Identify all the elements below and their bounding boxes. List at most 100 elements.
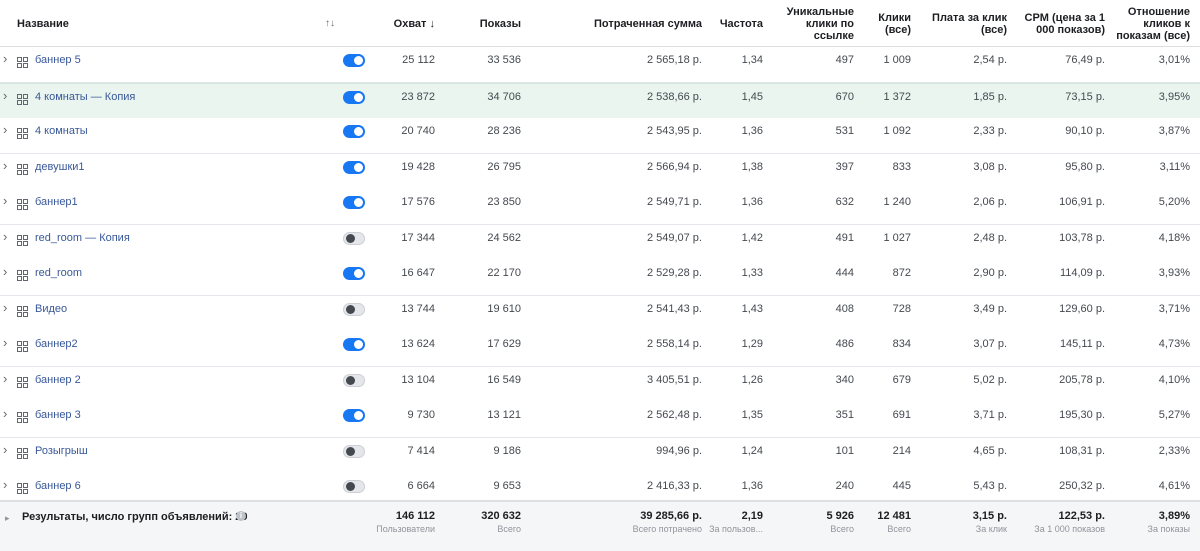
ad-set-name-link[interactable]: баннер 5 (35, 47, 81, 74)
expand-chevron-icon[interactable]: › (3, 300, 7, 315)
table-row[interactable]: › Видео 13 744 19 610 2 541,43 р. 1,43 408 728 3… (0, 295, 1200, 332)
ad-set-name-link[interactable]: red_room — Копия (35, 225, 130, 252)
cell-impressions: 23 850 (487, 196, 521, 208)
cell-frequency: 1,43 (741, 302, 763, 315)
delivery-toggle[interactable] (343, 480, 365, 493)
column-header-name[interactable]: Название (17, 18, 69, 30)
ad-set-group-icon (17, 304, 28, 317)
cell-impressions: 16 549 (487, 373, 521, 386)
cell-unique-link-clicks: 491 (835, 231, 854, 244)
cell-clicks-all: 833 (892, 160, 911, 173)
delivery-toggle[interactable] (343, 196, 365, 209)
cell-reach: 13 624 (401, 338, 435, 350)
expand-chevron-icon[interactable]: › (3, 371, 7, 386)
table-row[interactable]: › баннер 3 9 730 13 121 2 562,48 р. 1,35 351 69… (0, 402, 1200, 438)
footer-value: 122,53 р. (1058, 510, 1105, 522)
expand-chevron-icon[interactable]: › (3, 158, 7, 173)
ad-set-name-link[interactable]: red_room (35, 260, 82, 287)
ad-set-name-link[interactable]: 4 комнаты (35, 118, 88, 145)
table-row[interactable]: › red_room 16 647 22 170 2 529,28 р. 1,33 444 8… (0, 260, 1200, 296)
column-header-cpm[interactable]: CPM (цена за 1 000 показов) (1025, 12, 1105, 36)
ad-set-group-icon (17, 375, 28, 388)
footer-value: 12 481 (877, 510, 911, 522)
column-header-clicks-all[interactable]: Клики (все) (878, 12, 911, 36)
toggle-knob (346, 304, 355, 314)
column-header-impressions[interactable]: Показы (480, 18, 521, 30)
ad-set-name-link[interactable]: баннер2 (35, 331, 78, 358)
header-line: Плата за клик (932, 12, 1007, 24)
column-header-frequency[interactable]: Частота (720, 18, 763, 30)
cell-ctr-all: 5,27% (1158, 409, 1190, 421)
table-row[interactable]: › девушки1 19 428 26 795 2 566,94 р. 1,38 397 8… (0, 153, 1200, 190)
expand-chevron-icon[interactable]: › (3, 478, 7, 492)
expand-chevron-icon[interactable]: › (3, 123, 7, 137)
table-row[interactable]: › баннер 5 25 112 33 536 2 565,18 р. 1,34 497 1… (0, 47, 1200, 83)
delivery-toggle[interactable] (343, 409, 365, 422)
table-row[interactable]: › Розыгрыш 7 414 9 186 994,96 р. 1,24 101 214 4,… (0, 437, 1200, 474)
ad-set-name-link[interactable]: баннер 2 (35, 367, 81, 394)
cell-unique-link-clicks: 101 (835, 444, 854, 457)
column-header-reach[interactable]: Охват ↓ (394, 18, 435, 30)
expand-chevron-icon[interactable]: › (3, 407, 7, 421)
column-header-ctr-all[interactable]: Отношение кликов к показам (все) (1116, 6, 1190, 42)
ad-set-name-link[interactable]: 4 комнаты — Копия (35, 84, 135, 111)
cell-frequency: 1,26 (741, 373, 763, 386)
header-line: Клики (878, 12, 911, 24)
footer-ctr-all: 3,89% За показы (1148, 510, 1190, 535)
cell-unique-link-clicks: 397 (835, 160, 854, 173)
delivery-toggle[interactable] (343, 302, 365, 316)
ad-set-name-link[interactable]: девушки1 (35, 154, 85, 181)
expand-chevron-icon[interactable]: › (3, 265, 7, 279)
footer-sub: Всего (497, 524, 521, 534)
cell-reach: 20 740 (401, 125, 435, 137)
expand-chevron-icon[interactable]: › (3, 88, 7, 103)
cell-cpc-all: 4,65 р. (973, 444, 1007, 457)
column-header-unique-link-clicks[interactable]: Уникальные клики по ссылке (787, 6, 854, 42)
table-row[interactable]: › red_room — Копия 17 344 24 562 2 549,07 р.… (0, 224, 1200, 261)
expand-chevron-icon[interactable]: › (3, 52, 7, 66)
table-row[interactable]: › баннер2 13 624 17 629 2 558,14 р. 1,29 486 83… (0, 331, 1200, 367)
cell-clicks-all: 1 240 (883, 196, 911, 208)
column-header-spend[interactable]: Потраченная сумма (594, 18, 702, 30)
expand-chevron-icon[interactable]: › (3, 229, 7, 244)
footer-cpm: 122,53 р. За 1 000 показов (1034, 510, 1105, 535)
delivery-toggle[interactable] (343, 160, 365, 174)
table-row[interactable]: › 4 комнаты 20 740 28 236 2 543,95 р. 1,36 531… (0, 118, 1200, 154)
expand-chevron-icon[interactable]: › (3, 194, 7, 208)
toggle-knob (346, 446, 355, 456)
ad-set-name-link[interactable]: баннер 3 (35, 402, 81, 429)
cell-cpc-all: 2,90 р. (973, 267, 1007, 279)
cell-spend: 2 558,14 р. (646, 338, 702, 350)
table-row[interactable]: › баннер 2 13 104 16 549 3 405,51 р. 1,26 340 6… (0, 366, 1200, 403)
cell-clicks-all: 1 009 (883, 54, 911, 66)
delivery-toggle[interactable] (343, 54, 365, 67)
toggle-knob (346, 375, 355, 385)
table-row[interactable]: › баннер1 17 576 23 850 2 549,71 р. 1,36 632 1 … (0, 189, 1200, 225)
delivery-toggle[interactable] (343, 373, 365, 387)
cell-ctr-all: 3,11% (1159, 160, 1190, 173)
cell-cpm: 145,11 р. (1059, 338, 1105, 350)
cell-clicks-all: 1 027 (883, 231, 911, 244)
info-icon[interactable]: i (236, 511, 246, 521)
delivery-toggle[interactable] (343, 231, 365, 245)
ad-set-group-icon (17, 126, 28, 139)
sort-icon[interactable]: ↑↓ (325, 18, 335, 29)
ad-set-name-link[interactable]: баннер1 (35, 189, 78, 216)
cell-clicks-all: 214 (892, 444, 911, 457)
cell-ctr-all: 2,33% (1158, 444, 1190, 457)
ad-set-name-link[interactable]: Видео (35, 296, 67, 323)
expand-chevron-icon[interactable]: › (3, 442, 7, 457)
table-row[interactable]: › 4 комнаты — Копия 23 872 34 706 2 538,66 р… (0, 82, 1200, 120)
delivery-toggle[interactable] (343, 267, 365, 280)
expand-chevron-icon[interactable]: › (3, 336, 7, 350)
ad-sets-table: Название ↑↓ Охват ↓ Показы Потраченная с… (0, 0, 1200, 551)
cell-cpm: 73,15 р. (1065, 90, 1105, 103)
delivery-toggle[interactable] (343, 338, 365, 351)
column-header-cpc-all[interactable]: Плата за клик (все) (932, 12, 1007, 36)
ad-set-name-link[interactable]: баннер 6 (35, 473, 81, 500)
delivery-toggle[interactable] (343, 90, 365, 104)
delivery-toggle[interactable] (343, 125, 365, 138)
delivery-toggle[interactable] (343, 444, 365, 458)
footer-cpc-all: 3,15 р. За клик (973, 510, 1007, 535)
ad-set-name-link[interactable]: Розыгрыш (35, 438, 88, 465)
